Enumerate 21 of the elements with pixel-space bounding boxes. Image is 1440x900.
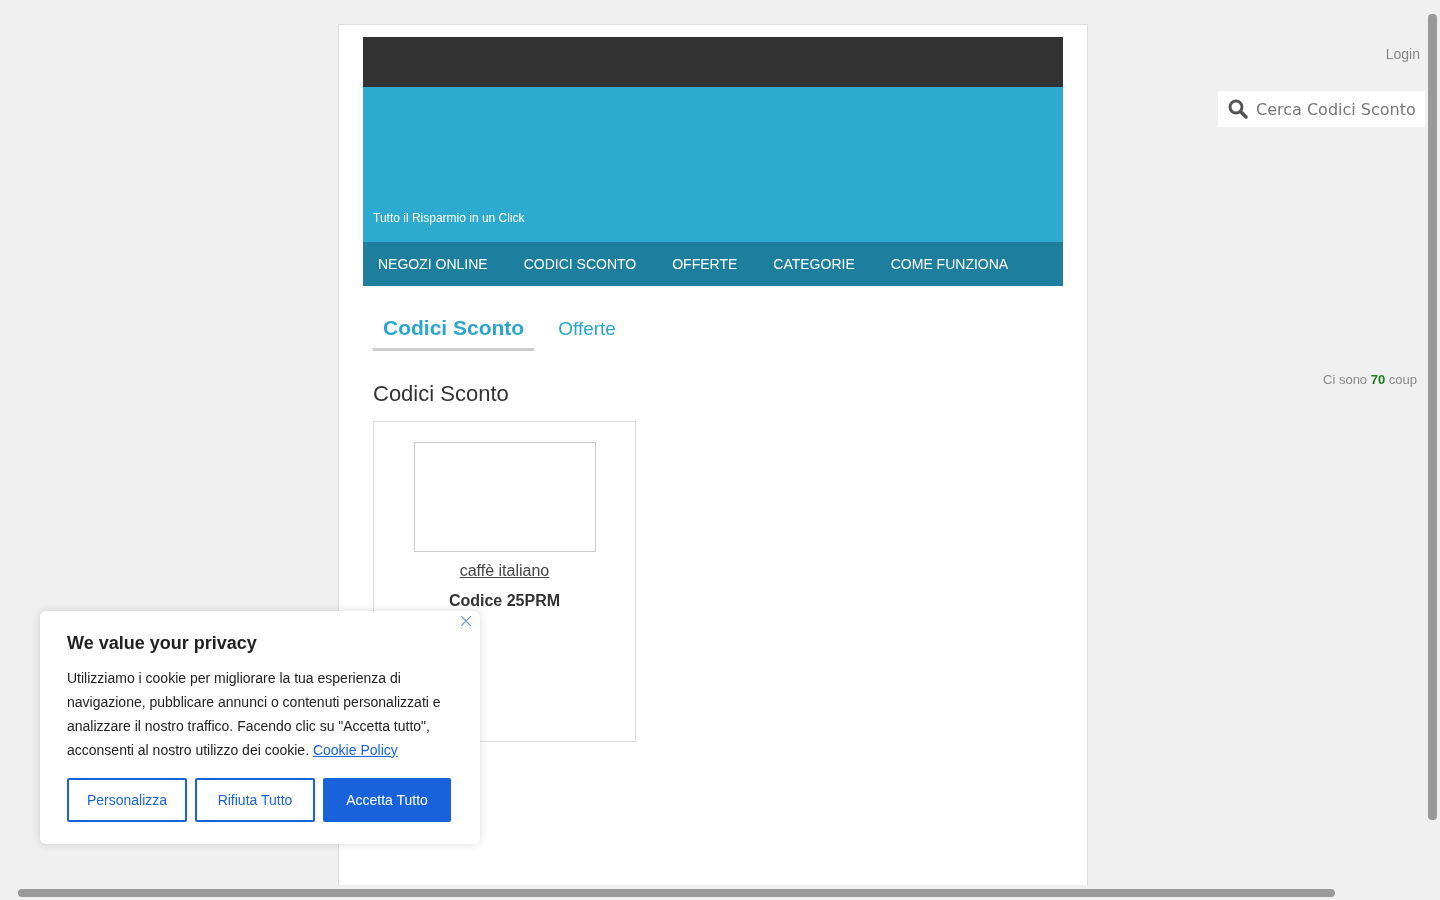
tab[interactable]: Offerte <box>548 316 626 351</box>
section-title: Codici Sconto <box>373 381 510 407</box>
close-icon[interactable] <box>461 616 471 626</box>
nav-link[interactable]: OFFERTE <box>672 256 738 272</box>
nav-link[interactable]: COME FUNZIONA <box>890 256 1009 272</box>
search-field[interactable]: Cerca Codici Sconto <box>1218 91 1425 127</box>
coupon-count: Ci sono 70 coup <box>1323 372 1417 387</box>
login-link[interactable]: Login <box>1385 46 1420 62</box>
tab[interactable]: Codici Sconto <box>373 314 535 351</box>
cookie-button[interactable]: Rifiuta Tutto <box>195 778 315 822</box>
nav-link[interactable]: NEGOZI ONLINE <box>378 256 488 272</box>
nav-link[interactable]: CODICI SCONTO <box>523 256 637 272</box>
cookie-text: Utilizziamo i cookie per migliorare la tua esperienza di navigazione, pubblicare annunci o contenuti personalizzati e analizzare il nostro traffico. Facendo clic su "Accetta tutto", acconsenti al nostro utilizzo dei cookie. Cookie Policy <box>67 669 442 760</box>
tagline: Tutto il Risparmio in un Click <box>373 211 525 225</box>
coupon-code: Codice 25PRM <box>448 592 561 610</box>
cookie-policy-link[interactable]: Cookie Policy <box>312 742 398 758</box>
nav-link[interactable]: CATEGORIE <box>773 256 855 272</box>
cookie-button[interactable]: Accetta Tutto <box>323 778 451 822</box>
cookie-title: We value your privacy <box>67 633 258 654</box>
cookie-button[interactable]: Personalizza <box>67 778 187 822</box>
store-link[interactable]: caffè italiano <box>459 562 550 580</box>
